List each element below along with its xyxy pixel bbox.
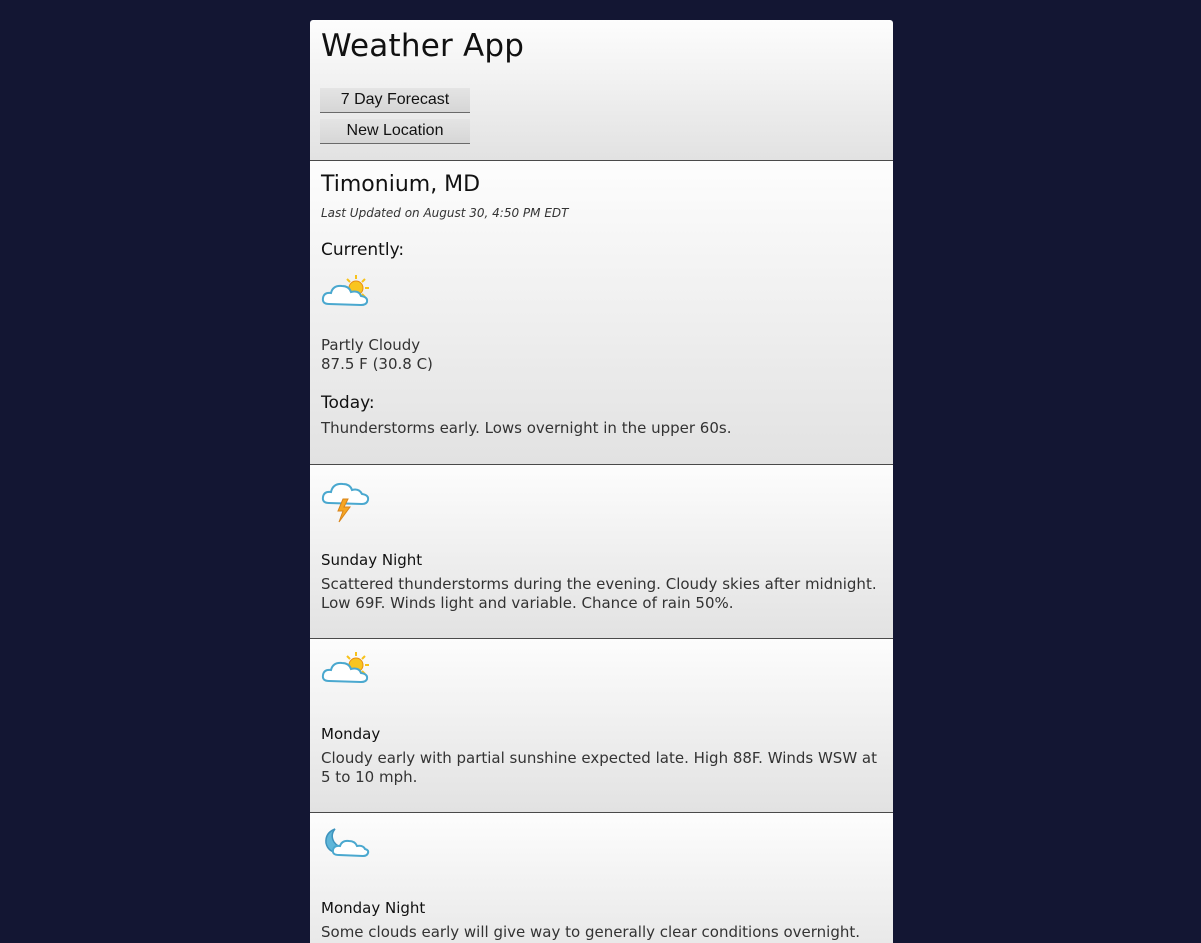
weather-app: Weather App 7 Day Forecast New Location … xyxy=(310,20,893,943)
last-updated: Last Updated on August 30, 4:50 PM EDT xyxy=(321,206,569,220)
partly-cloudy-night-icon xyxy=(325,828,370,858)
current-temperature: 87.5 F (30.8 C) xyxy=(321,355,433,373)
period-description: Scattered thunderstorms during the eveni… xyxy=(321,575,877,612)
period-name: Sunday Night xyxy=(321,551,423,569)
app-title: Weather App xyxy=(321,28,525,64)
period-description: Some clouds early will give way to gener… xyxy=(321,923,861,941)
currently-heading: Currently: xyxy=(321,240,405,260)
forecast-period: Monday Night Some clouds early will give… xyxy=(310,813,893,943)
forecast-period: Monday Cloudy early with partial sunshin… xyxy=(310,639,893,813)
today-heading: Today: xyxy=(321,393,375,413)
new-location-button[interactable]: New Location xyxy=(320,119,470,144)
period-description: Cloudy early with partial sunshine expec… xyxy=(321,749,877,786)
forecast-period: Sunday Night Scattered thunderstorms dur… xyxy=(310,465,893,639)
app-header: Weather App 7 Day Forecast New Location xyxy=(310,20,893,161)
current-condition-block: Partly Cloudy 87.5 F (30.8 C) xyxy=(321,336,433,374)
partly-cloudy-icon xyxy=(321,275,369,307)
seven-day-forecast-button[interactable]: 7 Day Forecast xyxy=(320,88,470,113)
period-name: Monday Night xyxy=(321,899,426,917)
current-conditions-panel: Timonium, MD Last Updated on August 30, … xyxy=(310,161,893,465)
thunderstorm-icon xyxy=(321,482,370,523)
period-name: Monday xyxy=(321,725,381,743)
partly-cloudy-icon xyxy=(321,652,369,684)
current-condition: Partly Cloudy xyxy=(321,336,421,354)
today-summary: Thunderstorms early. Lows overnight in t… xyxy=(321,419,732,437)
location-name: Timonium, MD xyxy=(321,172,481,197)
